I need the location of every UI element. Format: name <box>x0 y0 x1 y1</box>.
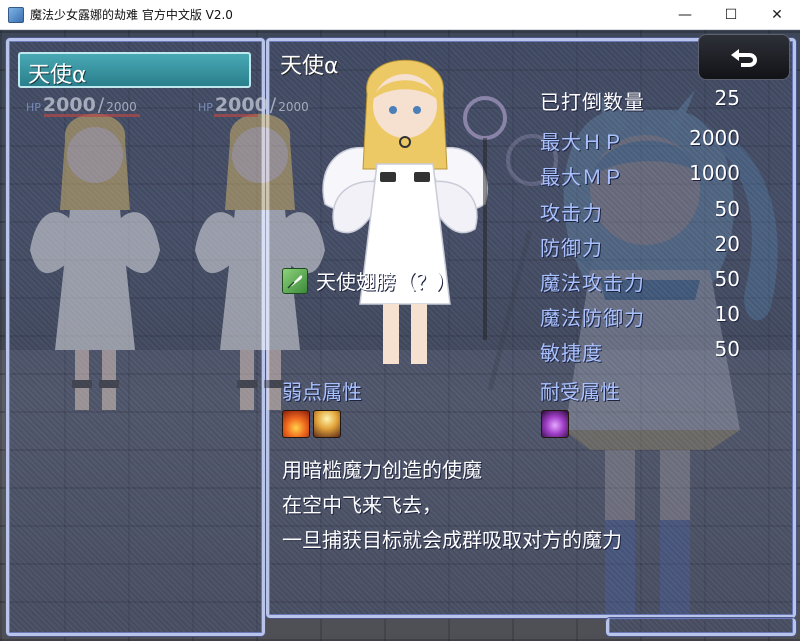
stat-label: 魔法防御力 <box>540 306 645 330</box>
enemy-hp-readout-1: HP 2000 / 2000 <box>26 94 137 116</box>
enemy-sprite-faded-1 <box>30 113 160 410</box>
stat-label: 防御力 <box>540 236 603 260</box>
maximize-button[interactable]: ☐ <box>708 0 754 30</box>
stat-value: 20 <box>714 232 740 256</box>
stat-value: 25 <box>714 86 740 110</box>
stat-label: 最大ＭＰ <box>540 165 624 189</box>
description-line-1: 用暗槛魔力创造的使魔 <box>282 458 482 482</box>
stat-value: 1000 <box>689 161 740 185</box>
minimize-button[interactable]: — <box>662 0 708 30</box>
stat-value: 50 <box>714 267 740 291</box>
hp-separator: / <box>97 94 105 116</box>
hp-label: HP <box>198 101 213 114</box>
stat-defense: 防御力 20 <box>540 232 740 262</box>
stat-magic-defense: 魔法防御力 10 <box>540 302 740 332</box>
description-line-3: 一旦捕获目标就会成群吸取对方的魔力 <box>282 528 622 552</box>
hp-current: 2000 <box>42 94 96 116</box>
drop-item: 天使翅膀（？） <box>282 266 456 295</box>
enemy-list-item-label: 天使α <box>28 63 87 88</box>
window-title: 魔法少女露娜的劫难 官方中文版 V2.0 <box>30 8 233 22</box>
game-screen: 天使α HP 2000 / 2000 HP 2000 / 2000 天使α 已打… <box>0 30 800 641</box>
hp-current: 2000 <box>214 94 268 116</box>
enemy-list-item-selected[interactable]: 天使α <box>18 52 251 88</box>
resist-heading: 耐受属性 <box>540 380 620 404</box>
stat-label: 攻击力 <box>540 201 603 225</box>
stat-value: 2000 <box>689 126 740 150</box>
close-button[interactable]: ✕ <box>754 0 800 30</box>
staff-prop <box>463 96 507 340</box>
hp-separator: / <box>269 94 277 116</box>
stat-value: 10 <box>714 302 740 326</box>
stat-attack: 攻击力 50 <box>540 197 740 227</box>
panel-bottom-strip <box>606 618 796 636</box>
enemy-hp-bar-2 <box>214 114 258 117</box>
stat-magic-attack: 魔法攻击力 50 <box>540 267 740 297</box>
return-button[interactable] <box>698 34 790 80</box>
enemy-hp-bar-1 <box>44 114 140 117</box>
stat-max-mp: 最大ＭＰ 1000 <box>540 161 740 191</box>
stat-value: 50 <box>714 337 740 361</box>
hp-max: 2000 <box>106 100 137 114</box>
stat-label: 敏捷度 <box>540 341 603 365</box>
fire-icon <box>282 410 310 438</box>
enemy-name-title: 天使α <box>280 54 339 79</box>
stat-defeated-count: 已打倒数量 25 <box>540 86 740 116</box>
stat-label: 已打倒数量 <box>540 90 645 114</box>
light-icon <box>313 410 341 438</box>
hp-label: HP <box>26 101 41 114</box>
drop-item-label: 天使翅膀（？） <box>316 270 456 294</box>
dark-icon <box>541 410 569 438</box>
return-arrow-icon <box>731 49 757 67</box>
feather-icon <box>282 267 308 294</box>
description-line-2: 在空中飞来飞去， <box>282 493 442 517</box>
stat-label: 魔法攻击力 <box>540 271 645 295</box>
enemy-hp-readout-2: HP 2000 / 2000 <box>198 94 309 116</box>
stat-value: 50 <box>714 197 740 221</box>
window-titlebar: 魔法少女露娜的劫难 官方中文版 V2.0 — ☐ ✕ <box>0 0 800 30</box>
stat-label: 最大ＨＰ <box>540 130 624 154</box>
stat-agility: 敏捷度 50 <box>540 337 740 367</box>
stat-max-hp: 最大ＨＰ 2000 <box>540 126 740 156</box>
weakness-heading: 弱点属性 <box>282 380 362 404</box>
app-icon <box>8 6 24 23</box>
